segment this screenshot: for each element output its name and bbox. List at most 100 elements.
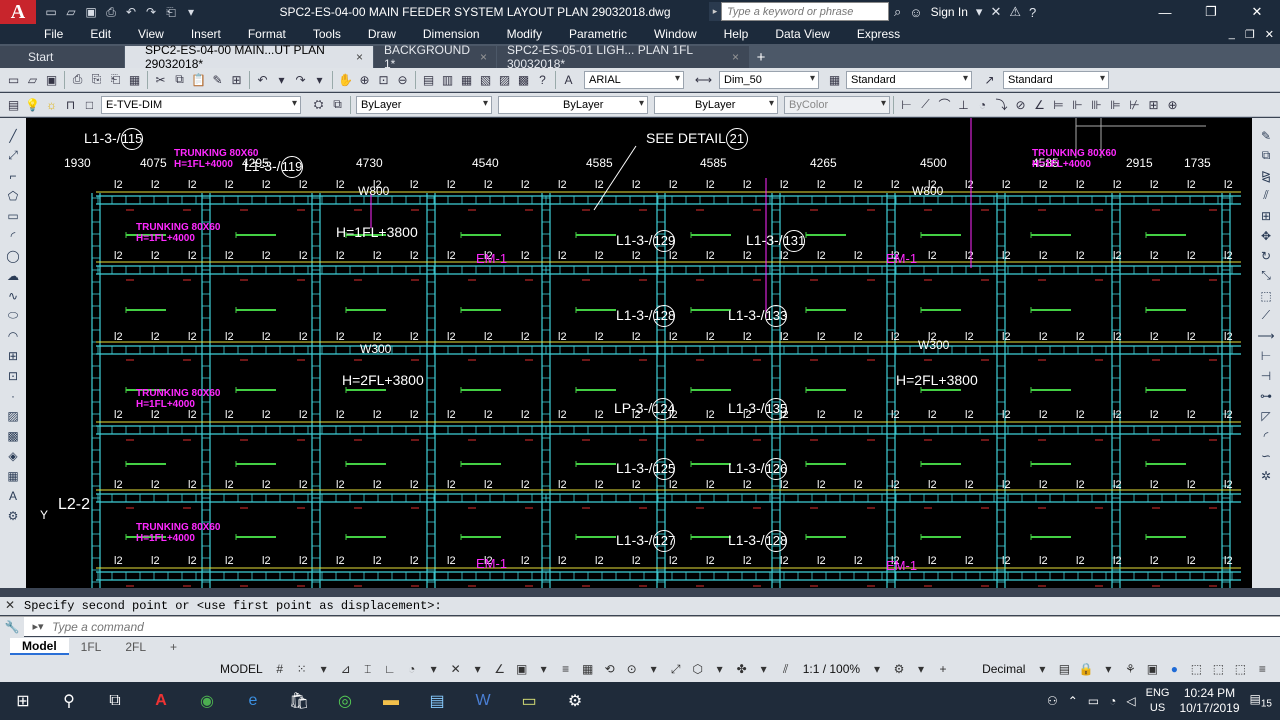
open-icon[interactable]: ▱ xyxy=(23,70,42,89)
connect-icon[interactable]: ⚠ xyxy=(1009,4,1021,20)
baseline-icon[interactable]: ⊩ xyxy=(1068,95,1087,114)
menu-express[interactable]: Express xyxy=(857,27,900,41)
zoom-previous-icon[interactable]: ⊖ xyxy=(393,70,412,89)
menu-tools[interactable]: Tools xyxy=(313,27,341,41)
show-hidden-icon[interactable]: ⌃ xyxy=(1068,694,1078,708)
chrome-icon[interactable]: ◉ xyxy=(184,682,230,720)
scale-dropdown-icon[interactable]: ▾ xyxy=(868,660,886,678)
search-icon[interactable]: ⚲ xyxy=(46,682,92,720)
menu-dimension[interactable]: Dimension xyxy=(423,27,480,41)
print-icon[interactable]: ⎙ xyxy=(102,3,120,21)
lock-ui-icon[interactable]: 🔒 xyxy=(1077,660,1095,678)
text-style-icon[interactable]: A xyxy=(559,70,578,89)
exchange-icon[interactable]: ✕ xyxy=(990,4,1001,20)
help-icon[interactable]: ? xyxy=(1029,5,1036,20)
mirror-icon[interactable]: ⧎ xyxy=(1256,166,1276,185)
ordinate-icon[interactable]: ⊥ xyxy=(954,95,973,114)
redo-icon[interactable]: ↷ xyxy=(291,70,310,89)
command-prompt-icon[interactable]: ▸▾ xyxy=(24,620,52,633)
people-icon[interactable]: ⚇ xyxy=(1047,694,1058,708)
autodesk-360-icon[interactable]: ⬚ xyxy=(1231,660,1249,678)
isodraft-dropdown-icon[interactable]: ▾ xyxy=(469,660,487,678)
user-icon[interactable]: ☺ xyxy=(909,5,922,20)
annotation-visibility-icon[interactable]: ⫽ xyxy=(777,660,795,678)
3d-osnap-icon[interactable]: ⊙ xyxy=(623,660,641,678)
preview-icon[interactable]: ⎘ xyxy=(87,70,106,89)
make-current-icon[interactable]: ⛭ xyxy=(309,95,328,114)
sun-icon[interactable]: ☼ xyxy=(42,95,61,114)
tab-close-icon[interactable]: × xyxy=(480,50,487,64)
layer-previous-icon[interactable]: ⧉ xyxy=(328,95,347,114)
erase-icon[interactable]: ✎ xyxy=(1256,126,1276,145)
circle-icon[interactable]: ◯ xyxy=(3,246,23,265)
dynamic-input-icon[interactable]: ⌶ xyxy=(359,660,377,678)
ellipse-icon[interactable]: ⬭ xyxy=(3,306,23,325)
windows-start-icon[interactable]: ⊞ xyxy=(0,682,46,720)
file-explorer-icon[interactable]: ▬ xyxy=(368,682,414,720)
tab-close-icon[interactable]: × xyxy=(732,50,739,64)
publish-icon[interactable]: ⎗ xyxy=(106,70,125,89)
center-mark-icon[interactable]: ⊕ xyxy=(1163,95,1182,114)
dim-style-icon[interactable]: ⟷ xyxy=(694,70,713,89)
rectangle-icon[interactable]: ▭ xyxy=(3,206,23,225)
radius-icon[interactable]: ◔ xyxy=(973,95,992,114)
filter-dropdown-icon[interactable]: ▾ xyxy=(711,660,729,678)
save-icon[interactable]: ▣ xyxy=(42,70,61,89)
isolate-icon[interactable]: ⚘ xyxy=(1121,660,1139,678)
tool-palettes-icon[interactable]: ▦ xyxy=(457,70,476,89)
region-icon[interactable]: ◈ xyxy=(3,446,23,465)
notifications-icon[interactable]: ▤15 xyxy=(1250,692,1272,709)
spline-icon[interactable]: ∿ xyxy=(3,286,23,305)
space-icon[interactable]: ⊫ xyxy=(1106,95,1125,114)
tab-1fl[interactable]: 1FL xyxy=(69,638,114,655)
transparency-icon[interactable]: ▦ xyxy=(579,660,597,678)
open-file-icon[interactable]: ▱ xyxy=(62,3,80,21)
extend-icon[interactable]: ⟶ xyxy=(1256,326,1276,345)
gradient-icon[interactable]: ▩ xyxy=(3,426,23,445)
properties-icon[interactable]: ▤ xyxy=(419,70,438,89)
tab-main-feeder[interactable]: SPC2-ES-04-00 MAIN...UT PLAN 29032018* × xyxy=(125,43,373,71)
arc-length-icon[interactable]: ⌒ xyxy=(935,95,954,114)
chamfer-icon[interactable]: ◸ xyxy=(1256,406,1276,425)
menu-modify[interactable]: Modify xyxy=(507,27,542,41)
copy-icon[interactable]: ⧉ xyxy=(170,70,189,89)
grid-icon[interactable]: # xyxy=(271,660,289,678)
construction-line-icon[interactable]: ⤢ xyxy=(3,146,23,165)
doc-minimize-icon[interactable]: _ xyxy=(1229,28,1235,40)
arc-icon[interactable]: ◜ xyxy=(3,226,23,245)
tab-close-icon[interactable]: × xyxy=(356,50,363,64)
doc-restore-icon[interactable]: ❐ xyxy=(1245,28,1255,41)
aligned-dim-icon[interactable]: ⟋ xyxy=(916,95,935,114)
tab-lighting-plan[interactable]: SPC2-ES-05-01 LIGH... PLAN 1FL 30032018*… xyxy=(497,43,749,71)
fillet-icon[interactable]: ◜ xyxy=(1256,426,1276,445)
binoculars-icon[interactable]: ⌕ xyxy=(894,4,901,20)
calculator-icon[interactable]: ▩ xyxy=(514,70,533,89)
array-icon[interactable]: ⊞ xyxy=(1256,206,1276,225)
quick-properties-icon[interactable]: ▤ xyxy=(1055,660,1073,678)
new-file-icon[interactable]: ▭ xyxy=(42,3,60,21)
search-expand-icon[interactable]: ▸ xyxy=(709,2,721,21)
language-indicator[interactable]: ENG US xyxy=(1146,686,1170,716)
snap-dropdown-icon[interactable]: ▾ xyxy=(315,660,333,678)
table-style-icon[interactable]: ▦ xyxy=(825,70,844,89)
clock[interactable]: 10:24 PM 10/17/2019 xyxy=(1179,686,1239,716)
other-app-icon[interactable]: ⚙ xyxy=(552,682,598,720)
linear-dim-icon[interactable]: ⊢ xyxy=(897,95,916,114)
autocad-taskbar-icon[interactable]: A xyxy=(138,682,184,720)
tab-background[interactable]: BACKGROUND 1* × xyxy=(374,43,496,71)
table-style-select[interactable]: Standard xyxy=(846,70,972,89)
dropdown-arrow-icon[interactable]: ▾ xyxy=(976,4,983,20)
cloud-icon[interactable]: ⬚ xyxy=(1209,660,1227,678)
cut-icon[interactable]: ✂ xyxy=(151,70,170,89)
break-icon[interactable]: ⊣ xyxy=(1256,366,1276,385)
restore-icon[interactable]: ❐ xyxy=(1188,0,1234,24)
customize-icon[interactable]: ▾ xyxy=(182,3,200,21)
add-layout-icon[interactable]: + xyxy=(158,638,189,655)
plot-icon[interactable]: ⎙ xyxy=(68,70,87,89)
dynamic-ucs-icon[interactable]: ⤢ xyxy=(667,660,685,678)
add-selected-icon[interactable]: ⚙ xyxy=(3,506,23,525)
command-input[interactable] xyxy=(52,619,952,634)
sheet-set-icon[interactable]: ▧ xyxy=(476,70,495,89)
bulb-icon[interactable]: 💡 xyxy=(23,95,42,114)
break-point-icon[interactable]: ⊢ xyxy=(1256,346,1276,365)
